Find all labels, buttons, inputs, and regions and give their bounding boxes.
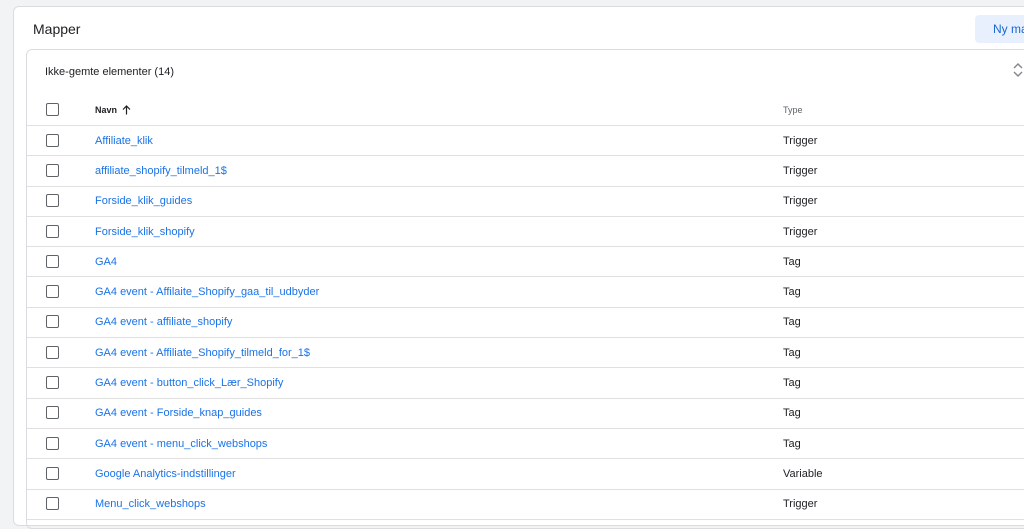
item-type: Tag (783, 407, 801, 420)
unsaved-items-card: Ikke-gemte elementer (14) Navn Type Affi… (26, 49, 1024, 529)
item-type: Trigger (783, 498, 818, 511)
arrow-up-icon (122, 104, 131, 114)
item-type: Tag (783, 437, 801, 450)
item-type: Trigger (783, 225, 818, 238)
row-checkbox[interactable] (46, 466, 59, 480)
item-type: Tag (783, 286, 801, 299)
row-checkbox[interactable] (46, 315, 59, 329)
item-name-link[interactable]: Forside_klik_shopify (95, 226, 195, 238)
item-name-link[interactable]: GA4 event - Forside_knap_guides (95, 407, 262, 419)
row-checkbox[interactable] (46, 224, 59, 238)
item-type: Variable (783, 467, 823, 480)
item-name-link[interactable]: GA4 event - Affilaite_Shopify_gaa_til_ud… (95, 286, 319, 298)
chevron-up-down-icon[interactable] (1011, 60, 1024, 80)
item-name-link[interactable]: GA4 event - menu_click_webshops (95, 438, 267, 450)
row-checkbox[interactable] (46, 497, 59, 511)
page-title: Mapper (33, 21, 81, 37)
row-checkbox[interactable] (46, 254, 59, 268)
column-header-name-label: Navn (95, 104, 118, 115)
row-checkbox[interactable] (46, 133, 59, 147)
item-name-link[interactable]: Affiliate_klik (95, 135, 153, 147)
item-type: Tag (783, 346, 801, 359)
column-header-name[interactable]: Navn (95, 105, 131, 115)
select-all-checkbox[interactable] (46, 102, 59, 116)
column-header-type[interactable]: Type (783, 105, 803, 115)
section-title: Ikke-gemte elementer (14) (45, 66, 174, 78)
table-row[interactable]: GA4 event - menu_click_webshops Tag (27, 429, 1024, 460)
item-name-link[interactable]: Google Analytics-indstillinger (95, 468, 236, 480)
item-name-link[interactable]: GA4 event - affiliate_shopify (95, 316, 232, 328)
table-row[interactable]: GA4 event - Affilaite_Shopify_gaa_til_ud… (27, 277, 1024, 308)
table-header-row: Navn Type (27, 94, 1024, 126)
table-row[interactable]: GA4 event - button_click_Lær_Shopify Tag (27, 368, 1024, 399)
row-checkbox[interactable] (46, 163, 59, 177)
row-checkbox[interactable] (46, 406, 59, 420)
row-checkbox[interactable] (46, 436, 59, 450)
item-name-link[interactable]: Menu_click_webshops (95, 498, 206, 510)
table-row[interactable]: GA4 Tag (27, 247, 1024, 278)
table-row[interactable]: GA4 event - Affiliate_Shopify_tilmeld_fo… (27, 338, 1024, 369)
row-checkbox[interactable] (46, 345, 59, 359)
item-type: Tag (783, 255, 801, 268)
row-checkbox[interactable] (46, 194, 59, 208)
table-row[interactable]: Forside_klik_shopify Trigger (27, 217, 1024, 248)
table-row[interactable]: Menu_click_webshops Trigger (27, 490, 1024, 520)
row-checkbox[interactable] (46, 376, 59, 390)
item-type: Trigger (783, 134, 818, 147)
item-name-link[interactable]: GA4 event - button_click_Lær_Shopify (95, 377, 283, 389)
table-body: Affiliate_klik Trigger affiliate_shopify_t… (27, 126, 1024, 520)
item-name-link[interactable]: affiliate_shopify_tilmeld_1$ (95, 165, 227, 177)
item-name-link[interactable]: GA4 (95, 256, 117, 268)
table-row[interactable]: affiliate_shopify_tilmeld_1$ Trigger (27, 156, 1024, 187)
table-row[interactable]: Forside_klik_guides Trigger (27, 187, 1024, 217)
item-type: Trigger (783, 195, 818, 208)
table-row[interactable]: Google Analytics-indstillinger Variable (27, 459, 1024, 490)
item-type: Tag (783, 377, 801, 390)
item-type: Trigger (783, 164, 818, 177)
table-row[interactable]: GA4 event - Forside_knap_guides Tag (27, 399, 1024, 429)
item-name-link[interactable]: GA4 event - Affiliate_Shopify_tilmeld_fo… (95, 347, 310, 359)
row-checkbox[interactable] (46, 285, 59, 299)
table-row[interactable]: GA4 event - affiliate_shopify Tag (27, 308, 1024, 339)
item-type: Tag (783, 316, 801, 329)
new-folder-button[interactable]: Ny mappe (975, 15, 1024, 43)
item-name-link[interactable]: Forside_klik_guides (95, 195, 192, 207)
items-table: Navn Type Affiliate_klik Trigger affiliate… (27, 94, 1024, 520)
folders-panel: Mapper Ny mappe Ikke-gemte elementer (14… (13, 6, 1024, 529)
table-row[interactable]: Affiliate_klik Trigger (27, 126, 1024, 157)
